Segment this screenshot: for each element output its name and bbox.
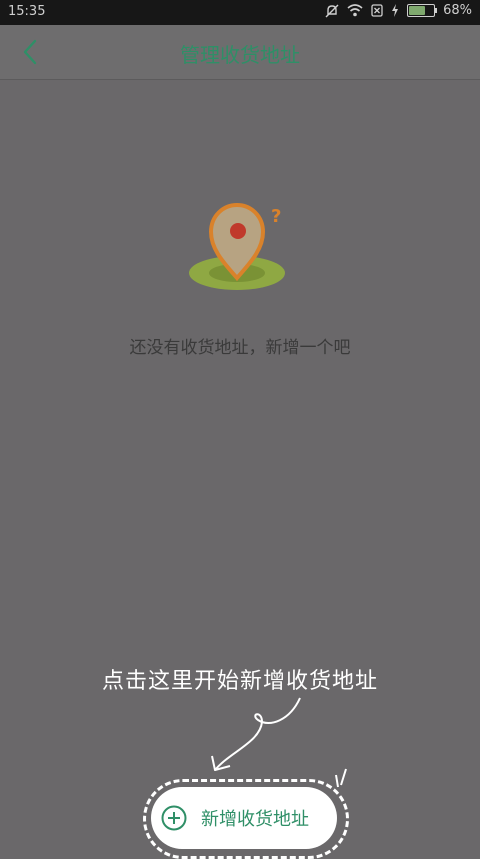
- empty-message: 还没有收货地址，新增一个吧: [129, 338, 351, 358]
- wifi-icon: [347, 4, 363, 17]
- status-bar: 15:35 68%: [0, 0, 480, 25]
- add-address-button[interactable]: 新增收货地址: [151, 787, 337, 849]
- map-pin-question-icon: ?: [189, 202, 285, 290]
- status-icons: 68%: [325, 3, 472, 18]
- charging-icon: [392, 4, 399, 17]
- battery-fill: [409, 6, 425, 15]
- sim-error-icon: [371, 4, 383, 17]
- status-time: 15:35: [8, 4, 46, 19]
- plus-circle-icon: [161, 805, 187, 831]
- page-title: 管理收货地址: [180, 43, 300, 67]
- mute-icon: [325, 4, 339, 17]
- app-bar: 管理收货地址: [0, 25, 480, 80]
- battery-icon: [407, 4, 438, 17]
- hand-drawn-arrow-icon: [211, 697, 301, 771]
- svg-text:?: ?: [271, 206, 281, 227]
- add-address-label: 新增收货地址: [201, 809, 309, 830]
- battery-percent: 68%: [443, 3, 472, 18]
- spark-icon: [335, 768, 347, 788]
